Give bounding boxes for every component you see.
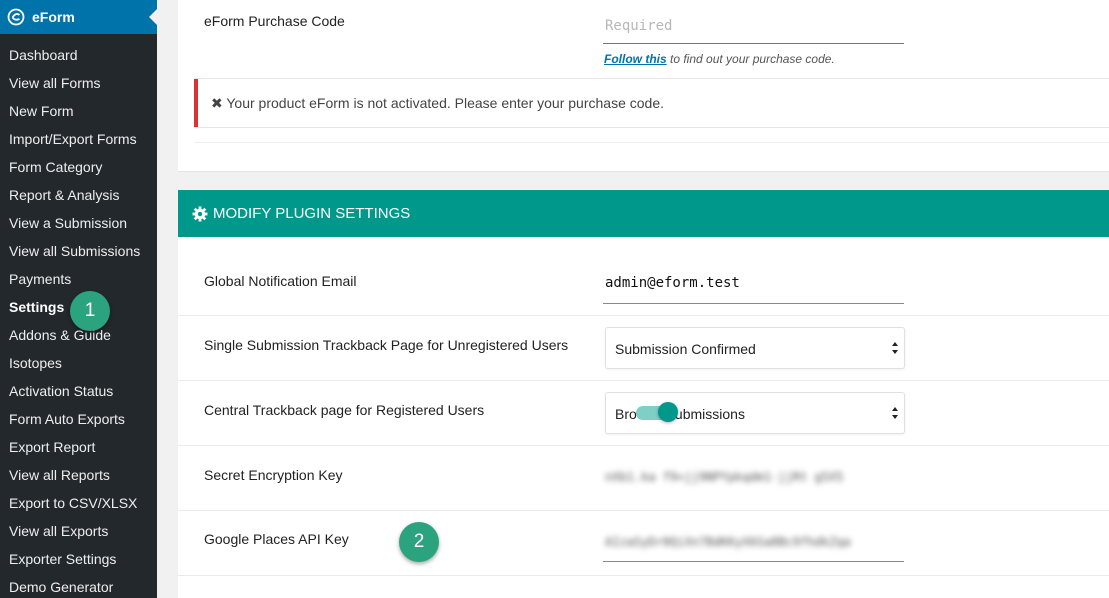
google-key-input[interactable]: AIzaSyDr0QiXn7BdKKyX6Sa8Bc9fhdkZqa [605,535,851,549]
close-x-icon: ✖ [211,95,223,111]
input-underline [603,303,904,304]
active-menu-arrow [149,9,157,25]
sidebar-item-exporter-settings[interactable]: Exporter Settings [0,545,157,573]
google-key-label: Google Places API Key [204,531,349,547]
activation-error-notice: ✖ Your product eForm is not activated. P… [194,79,1109,127]
google-key-row: Google Places API Key AIzaSyDr0QiXn7BdKK… [178,511,1109,576]
settings-title: MODIFY PLUGIN SETTINGS [213,205,411,222]
sidebar-item-view-all-submissions[interactable]: View all Submissions [0,237,157,265]
global-email-input[interactable]: admin@eform.test [605,275,740,291]
secret-key-row: Secret Encryption Key nXb1.ka f9+jj9NPYp… [178,446,1109,511]
single-trackback-label: Single Submission Trackback Page for Unr… [204,337,569,353]
sidebar-item-activation-status[interactable]: Activation Status [0,377,157,405]
sidebar-item-view-a-submission[interactable]: View a Submission [0,209,157,237]
notice-text: Your product eForm is not activated. Ple… [226,95,664,111]
callout-badge-2: 2 [399,522,439,562]
settings-header: MODIFY PLUGIN SETTINGS [178,190,1109,237]
purchase-code-label: eForm Purchase Code [204,13,345,29]
gear-icon [192,206,208,222]
purchase-hint-text: to find out your purchase code. [666,52,835,66]
eform-logo-icon [7,8,25,26]
select-arrows-icon [892,342,898,354]
single-trackback-value: Submission Confirmed [615,341,756,357]
sidebar-item-form-auto-exports[interactable]: Form Auto Exports [0,405,157,433]
sidebar-item-demo-generator[interactable]: Demo Generator [0,573,157,598]
sidebar-item-payments[interactable]: Payments [0,265,157,293]
brand-label: eForm [32,9,75,25]
divider [194,142,1109,143]
purchase-code-hint: Follow this to find out your purchase co… [604,52,835,66]
sidebar-item-new-form[interactable]: New Form [0,97,157,125]
sidebar-item-view-all-reports[interactable]: View all Reports [0,461,157,489]
secret-key-label: Secret Encryption Key [204,467,343,483]
sidebar-item-export-report[interactable]: Export Report [0,433,157,461]
purchase-code-panel: eForm Purchase Code Follow this to find … [178,0,1109,172]
central-trackback-label: Central Trackback page for Registered Us… [204,402,485,418]
global-email-row: Global Notification Email admin@eform.te… [178,251,1109,316]
sidebar-item-isotopes[interactable]: Isotopes [0,349,157,377]
settings-toggle[interactable] [636,402,684,422]
sidebar-item-report-analysis[interactable]: Report & Analysis [0,181,157,209]
follow-this-link[interactable]: Follow this [604,52,667,66]
sidebar-item-view-all-exports[interactable]: View all Exports [0,517,157,545]
select-arrows-icon [892,407,898,419]
notice-message: ✖ Your product eForm is not activated. P… [211,95,664,112]
single-trackback-select[interactable]: Submission Confirmed [605,327,905,369]
purchase-code-input[interactable] [603,8,904,44]
toggle-knob [658,402,678,422]
sidebar-item-import-export-forms[interactable]: Import/Export Forms [0,125,157,153]
divider [194,127,1109,128]
sidebar-brand[interactable]: eForm [0,0,157,34]
sidebar-item-view-all-forms[interactable]: View all Forms [0,69,157,97]
global-email-label: Global Notification Email [204,273,357,289]
callout-badge-1: 1 [70,291,110,331]
plugin-settings-panel: MODIFY PLUGIN SETTINGS Global Notificati… [178,190,1109,598]
single-trackback-row: Single Submission Trackback Page for Unr… [178,316,1109,381]
secret-key-input[interactable]: nXb1.ka f9+jj9NPYpkqdm1-jjRt g5X5 [605,470,843,484]
input-underline [603,561,904,562]
sidebar-item-export-csv-xlsx[interactable]: Export to CSV/XLSX [0,489,157,517]
sidebar-item-dashboard[interactable]: Dashboard [0,41,157,69]
sidebar-item-form-category[interactable]: Form Category [0,153,157,181]
